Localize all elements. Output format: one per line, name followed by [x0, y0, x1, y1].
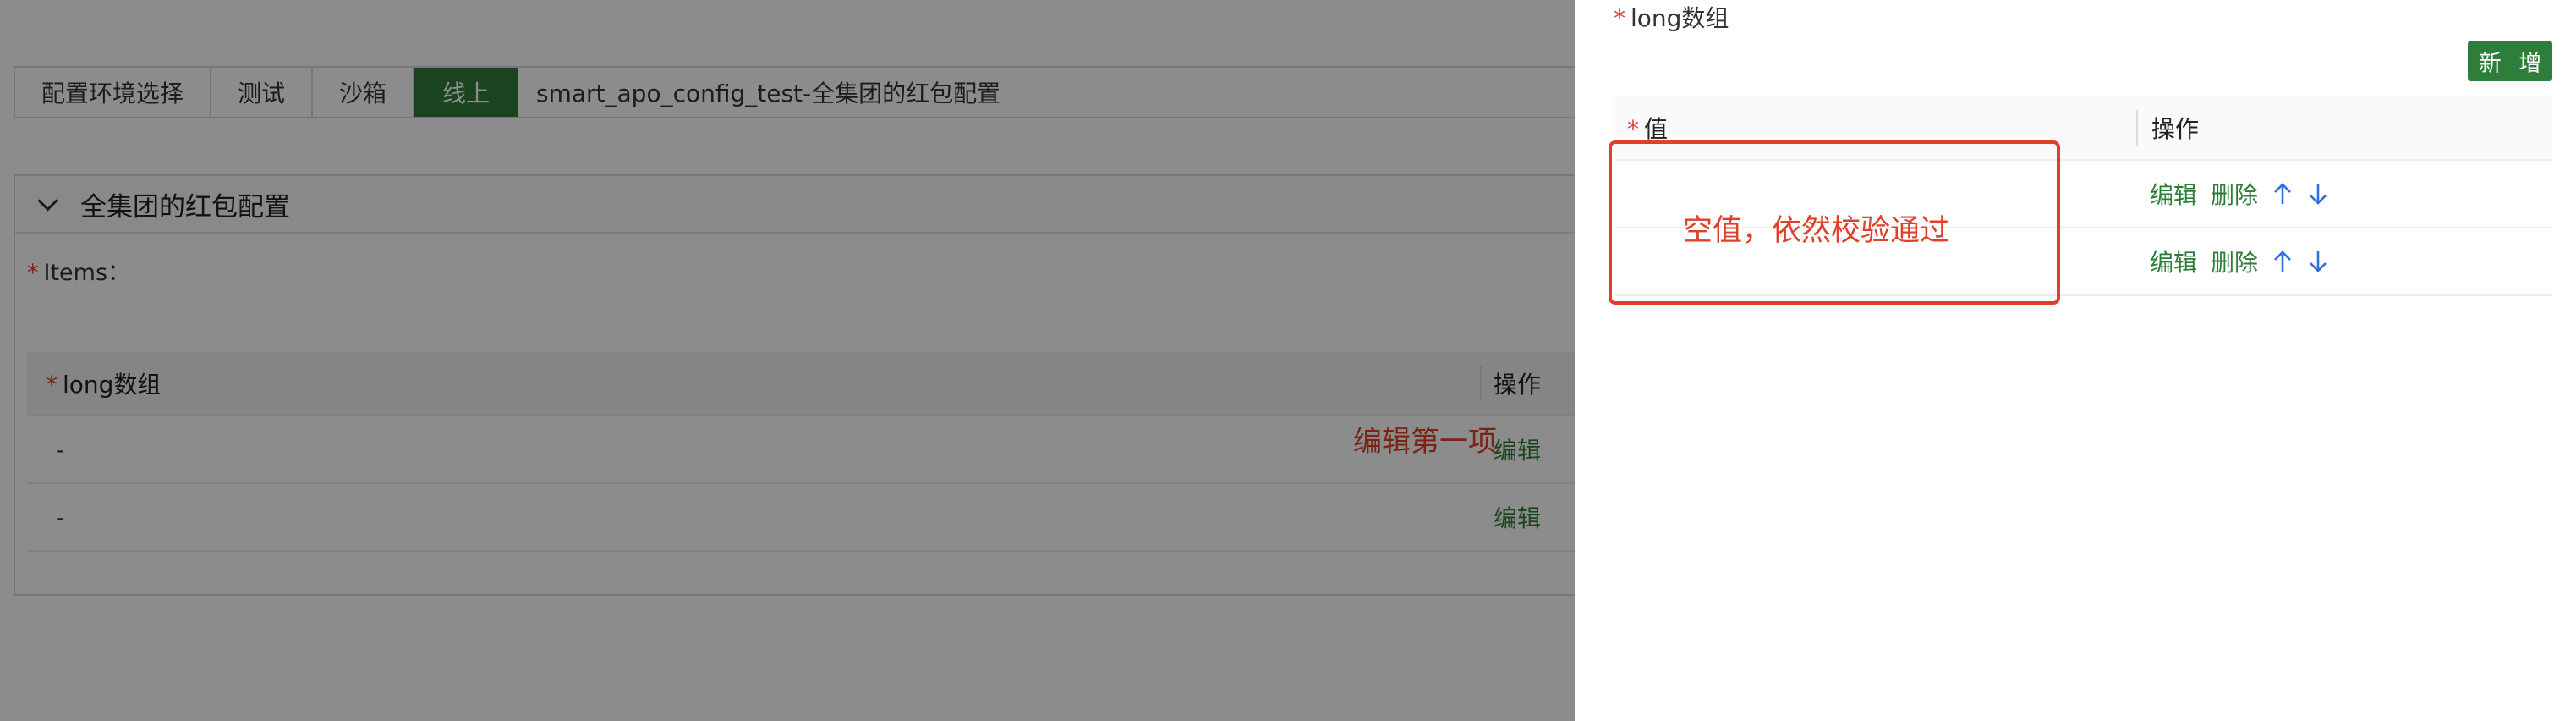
- drawer-field-label-text: long数组: [1631, 4, 1729, 32]
- add-button[interactable]: 新 增: [2468, 41, 2552, 81]
- modal-mask[interactable]: [0, 0, 1575, 721]
- delete-link[interactable]: 删除: [2211, 177, 2258, 211]
- delete-link[interactable]: 删除: [2211, 245, 2258, 278]
- arrow-down-icon[interactable]: [2307, 181, 2329, 206]
- annotation-empty-value: 空值，依然校验通过: [1683, 214, 1950, 248]
- required-mark: *: [1627, 115, 1639, 143]
- arrow-down-icon[interactable]: [2307, 249, 2329, 274]
- column-header-value: * 值: [1615, 111, 2136, 145]
- row-actions: 编辑 删除: [2136, 245, 2552, 278]
- row-actions: 编辑 删除: [2136, 177, 2552, 211]
- edit-link[interactable]: 编辑: [2150, 245, 2197, 278]
- column-header-actions: 操作: [2136, 110, 2552, 146]
- edit-drawer: * long数组 新 增 * 值 操作 编辑 删除 编辑 删除: [1575, 0, 2576, 721]
- drawer-field-label: * long数组: [1614, 0, 1729, 34]
- edit-link[interactable]: 编辑: [2150, 177, 2197, 211]
- required-mark: *: [1614, 4, 1625, 32]
- arrow-up-icon[interactable]: [2272, 181, 2294, 206]
- column-header-label: 值: [1644, 115, 1669, 143]
- arrow-up-icon[interactable]: [2272, 249, 2294, 274]
